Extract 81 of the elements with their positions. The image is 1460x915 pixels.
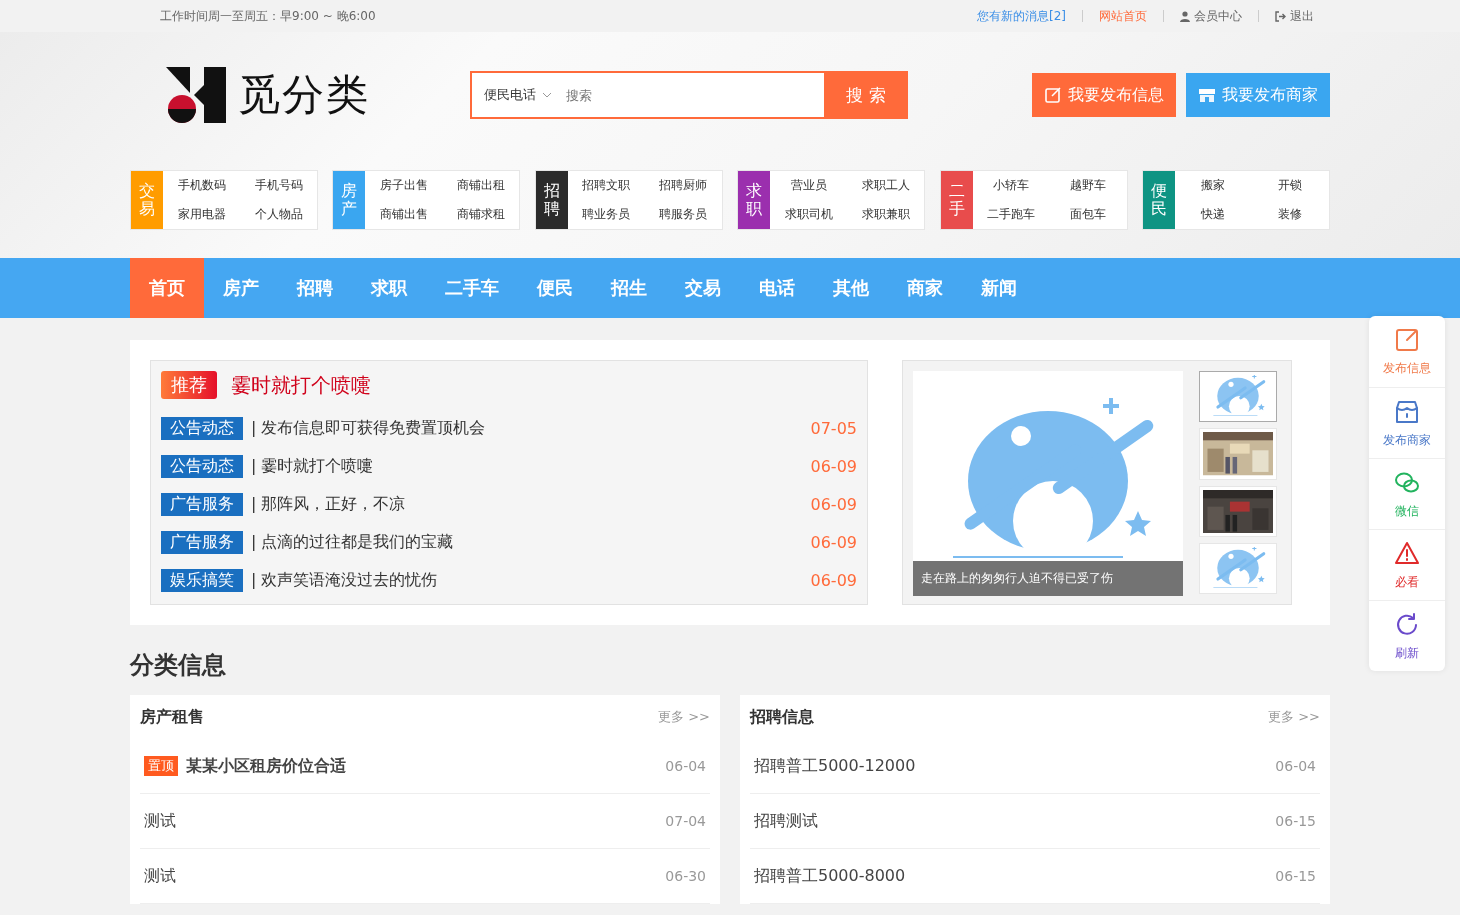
headline[interactable]: 霎时就打个喷嚏 <box>231 371 371 399</box>
list-item-title[interactable]: 招聘测试 <box>754 810 1276 832</box>
category-label: 便民 <box>1142 171 1175 229</box>
category-link[interactable]: 营业员 <box>790 177 827 194</box>
news-title[interactable]: | 霎时就打个喷嚏 <box>251 455 811 477</box>
category-link[interactable]: 聘业务员 <box>582 206 631 223</box>
category-link[interactable]: 手机号码 <box>254 177 303 194</box>
edit-icon <box>1044 86 1062 104</box>
thumbnail[interactable] <box>1199 371 1277 423</box>
category-link[interactable]: 面包车 <box>1070 206 1107 223</box>
news-tag: 公告动态 <box>161 416 243 440</box>
list-item-date: 07-04 <box>665 813 706 829</box>
category-link[interactable]: 商铺出租 <box>456 177 505 194</box>
logo-text: 觅分类 <box>238 69 370 121</box>
news-title[interactable]: | 那阵风，正好，不凉 <box>251 493 811 515</box>
logo-icon <box>164 65 228 125</box>
category-label: 房产 <box>333 171 366 229</box>
slide-caption: 走在路上的匆匆行人迫不得已受了伤 <box>913 561 1183 596</box>
search-category[interactable]: 便民电话 <box>472 73 564 117</box>
category-link[interactable]: 求职司机 <box>784 206 833 223</box>
category-link[interactable]: 招聘文职 <box>582 177 631 194</box>
user-icon <box>1180 10 1190 22</box>
news-tag: 公告动态 <box>161 454 243 478</box>
category-link[interactable]: 越野车 <box>1070 177 1107 194</box>
category-label: 交易 <box>131 171 163 229</box>
category-link[interactable]: 二手跑车 <box>987 206 1036 223</box>
edit-icon <box>1393 326 1421 354</box>
top-link[interactable]: 退出 <box>1258 10 1330 22</box>
list-item-title[interactable]: 招聘普工5000-8000 <box>754 865 1276 887</box>
category-label: 招聘 <box>535 171 568 229</box>
news-title[interactable]: | 点滴的过往都是我们的宝藏 <box>251 531 811 553</box>
list-item-title[interactable]: 某某小区租房价位合适 <box>186 755 666 777</box>
category-link[interactable]: 搬家 <box>1201 177 1226 194</box>
list-item-date: 06-15 <box>1275 868 1316 884</box>
recommend-badge: 推荐 <box>161 371 217 399</box>
category-label: 二手 <box>940 171 973 229</box>
dock-item[interactable]: 刷新 <box>1369 600 1445 671</box>
category-link[interactable]: 家用电器 <box>177 206 226 223</box>
dock-item[interactable]: 发布商家 <box>1369 387 1445 458</box>
category-link[interactable]: 小轿车 <box>993 177 1030 194</box>
category-link[interactable]: 求职工人 <box>861 177 910 194</box>
category-link[interactable]: 招聘厨师 <box>659 177 708 194</box>
category-link[interactable]: 手机数码 <box>177 177 226 194</box>
news-date: 06-09 <box>810 494 857 514</box>
top-link[interactable]: 会员中心 <box>1163 10 1258 22</box>
store-icon <box>1198 86 1216 104</box>
news-date: 06-09 <box>810 570 857 590</box>
list-item-date: 06-30 <box>665 868 706 884</box>
list-item-title[interactable]: 招聘普工5000-12000 <box>754 755 1276 777</box>
category-link[interactable]: 快递 <box>1201 206 1226 223</box>
news-date: 07-05 <box>810 418 857 438</box>
news-title[interactable]: | 发布信息即可获得免费置顶机会 <box>251 417 811 439</box>
news-tag: 广告服务 <box>161 492 243 516</box>
category-link[interactable]: 商铺求租 <box>456 206 505 223</box>
news-title[interactable]: | 欢声笑语淹没过去的忧伤 <box>251 569 811 591</box>
pinned-badge: 置顶 <box>144 756 178 776</box>
list-item-date: 06-04 <box>1275 758 1316 774</box>
chevron-down-icon <box>542 92 552 98</box>
list-title: 房产租售 <box>140 706 204 728</box>
list-item-date: 06-04 <box>665 758 706 774</box>
category-link[interactable]: 个人物品 <box>254 206 303 223</box>
list-title: 招聘信息 <box>750 706 814 728</box>
category-label: 求职 <box>738 171 771 229</box>
news-tag: 娱乐搞笑 <box>161 568 243 592</box>
list-item-title[interactable]: 测试 <box>144 810 666 832</box>
news-date: 06-09 <box>810 532 857 552</box>
category-link[interactable]: 聘服务员 <box>659 206 708 223</box>
category-link[interactable]: 房子出售 <box>379 177 428 194</box>
logout-icon <box>1275 10 1286 22</box>
category-link[interactable]: 求职兼职 <box>861 206 910 223</box>
dock-item[interactable]: 必看 <box>1369 529 1445 600</box>
news-tag: 广告服务 <box>161 530 243 554</box>
search-field[interactable]: 便民电话 搜索 搜 索 <box>470 71 908 119</box>
section-title: 分类信息 <box>130 650 227 681</box>
list-item-title[interactable]: 测试 <box>144 865 666 887</box>
category-link[interactable]: 商铺出售 <box>379 206 428 223</box>
news-date: 06-09 <box>810 456 857 476</box>
category-link[interactable]: 装修 <box>1278 206 1303 223</box>
working-hours: 工作时间周一至周五：早9:00 ~ 晚6:00 <box>160 7 377 25</box>
list-item-date: 06-15 <box>1275 813 1316 829</box>
category-link[interactable]: 开锁 <box>1278 177 1303 194</box>
